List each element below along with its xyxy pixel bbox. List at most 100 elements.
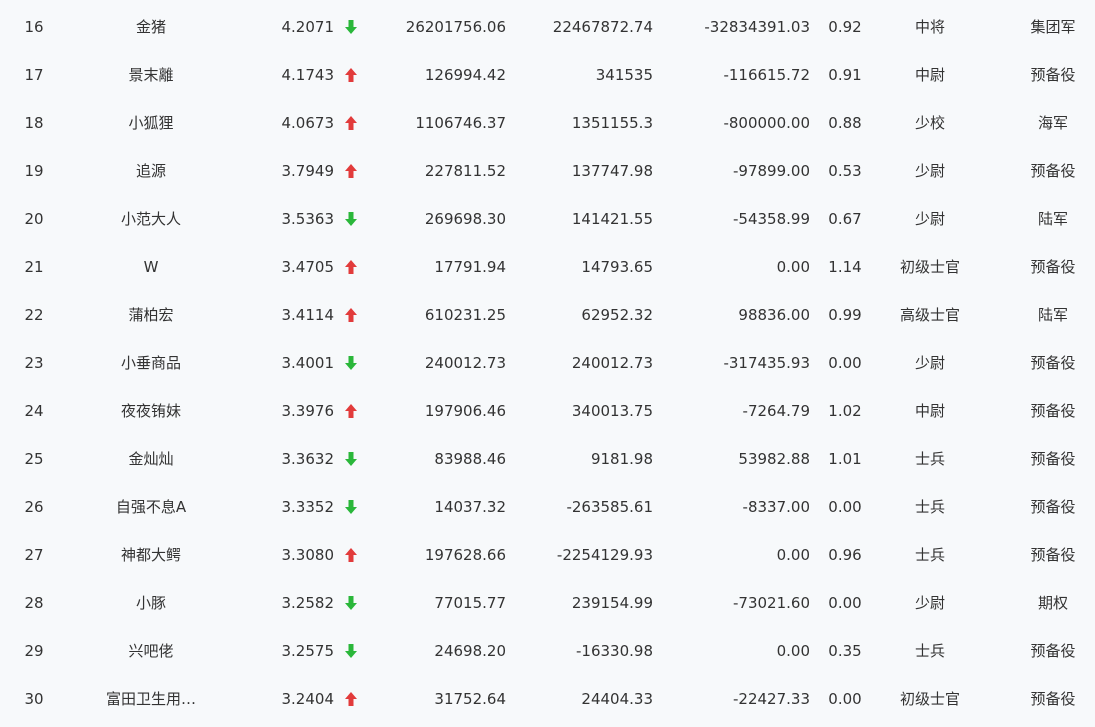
value-3: -317435.93: [723, 354, 810, 372]
rank-title: 少尉: [914, 594, 945, 612]
user-name[interactable]: W: [95, 243, 207, 291]
army-label: 预备役: [1030, 546, 1076, 564]
score-value: 3.4001: [281, 354, 335, 372]
arrow-up-icon: [343, 243, 359, 291]
ratio-value: 0.35: [828, 642, 862, 660]
table-row[interactable]: 26 自强不息A 3.3352 14037.32 -263585.61 -8337.00 0…: [0, 483, 1095, 531]
user-name[interactable]: 金猪: [95, 3, 207, 51]
value-1: 240012.73: [424, 354, 506, 372]
army-label: 预备役: [1030, 402, 1076, 420]
ratio-value: 0.00: [828, 498, 862, 516]
user-name[interactable]: 景末離: [95, 51, 207, 99]
ratio-value: 0.00: [828, 354, 862, 372]
ratio-value: 0.67: [828, 210, 862, 228]
rank-title: 高级士官: [899, 306, 960, 324]
ratio-value: 0.96: [828, 546, 862, 564]
table-row[interactable]: 30 富田卫生用… 3.2404 31752.64 24404.33 -22427.33 0…: [0, 675, 1095, 723]
user-name[interactable]: 自强不息A: [95, 483, 207, 531]
value-1: 24698.20: [434, 642, 506, 660]
score-value: 3.4114: [281, 306, 335, 324]
value-3: -800000.00: [723, 114, 810, 132]
score-value: 3.2582: [281, 594, 335, 612]
rank-title: 少校: [914, 114, 945, 132]
user-name[interactable]: 金灿灿: [95, 435, 207, 483]
ratio-value: 0.92: [828, 18, 862, 36]
value-2: -2254129.93: [556, 546, 653, 564]
user-name[interactable]: 小垂商品: [95, 339, 207, 387]
table-row[interactable]: 17 景末離 4.1743 126994.42 341535 -116615.72 0.91…: [0, 51, 1095, 99]
rank-cell: 17: [24, 66, 44, 84]
table-row[interactable]: 25 金灿灿 3.3632 83988.46 9181.98 53982.88 1.01 士兵…: [0, 435, 1095, 483]
table-row[interactable]: 16 金猪 4.2071 26201756.06 22467872.74 -3283439…: [0, 3, 1095, 51]
user-name[interactable]: 神都大鳄: [95, 531, 207, 579]
table-row[interactable]: 19 追源 3.7949 227811.52 137747.98 -97899.00 0.5…: [0, 147, 1095, 195]
table-row[interactable]: 28 小豚 3.2582 77015.77 239154.99 -73021.60 0.00…: [0, 579, 1095, 627]
user-name[interactable]: 追源: [95, 147, 207, 195]
value-1: 269698.30: [424, 210, 506, 228]
table-row[interactable]: 20 小范大人 3.5363 269698.30 141421.55 -54358.99 0…: [0, 195, 1095, 243]
rank-cell: 18: [24, 114, 44, 132]
army-label: 预备役: [1030, 258, 1076, 276]
value-3: 0.00: [776, 642, 810, 660]
value-3: 53982.88: [738, 450, 810, 468]
value-1: 126994.42: [424, 66, 506, 84]
table-row[interactable]: 27 神都大鳄 3.3080 197628.66 -2254129.93 0.00 0.96…: [0, 531, 1095, 579]
score-value: 3.2404: [281, 690, 335, 708]
table-row[interactable]: 23 小垂商品 3.4001 240012.73 240012.73 -317435.93…: [0, 339, 1095, 387]
rank-cell: 24: [24, 402, 44, 420]
value-3: -8337.00: [742, 498, 810, 516]
value-3: -32834391.03: [704, 18, 810, 36]
ratio-value: 1.01: [828, 450, 862, 468]
user-name[interactable]: 夜夜铕妹: [95, 387, 207, 435]
user-name[interactable]: 兴吧佬: [95, 627, 207, 675]
table-row[interactable]: 18 小狐狸 4.0673 1106746.37 1351155.3 -800000.00…: [0, 99, 1095, 147]
table-row[interactable]: 24 夜夜铕妹 3.3976 197906.46 340013.75 -7264.79 1.…: [0, 387, 1095, 435]
user-name[interactable]: 富田卫生用…: [95, 675, 207, 723]
score-value: 3.3632: [281, 450, 335, 468]
army-label: 陆军: [1037, 306, 1068, 324]
rank-title: 少尉: [914, 354, 945, 372]
value-1: 197906.46: [424, 402, 506, 420]
army-label: 预备役: [1030, 642, 1076, 660]
rank-title: 少尉: [914, 210, 945, 228]
score-value: 3.7949: [281, 162, 335, 180]
value-1: 31752.64: [434, 690, 506, 708]
army-label: 预备役: [1030, 66, 1076, 84]
user-name[interactable]: 小豚: [95, 579, 207, 627]
arrow-up-icon: [343, 51, 359, 99]
ratio-value: 0.99: [828, 306, 862, 324]
score-value: 4.1743: [281, 66, 335, 84]
value-1: 14037.32: [434, 498, 506, 516]
value-2: 340013.75: [571, 402, 653, 420]
rank-cell: 27: [24, 546, 44, 564]
rank-cell: 25: [24, 450, 44, 468]
arrow-down-icon: [343, 435, 359, 483]
rank-cell: 30: [24, 690, 44, 708]
army-label: 预备役: [1030, 498, 1076, 516]
rank-title: 中尉: [914, 402, 945, 420]
user-name[interactable]: 小狐狸: [95, 99, 207, 147]
value-2: -263585.61: [566, 498, 653, 516]
rank-cell: 16: [24, 18, 44, 36]
army-label: 集团军: [1030, 18, 1076, 36]
rank-title: 初级士官: [899, 258, 960, 276]
value-1: 197628.66: [424, 546, 506, 564]
score-value: 3.3080: [281, 546, 335, 564]
army-label: 预备役: [1030, 354, 1076, 372]
value-2: 24404.33: [581, 690, 653, 708]
table-row[interactable]: 21 W 3.4705 17791.94 14793.65 0.00 1.14 初级士官 预备役: [0, 243, 1095, 291]
value-3: 0.00: [776, 258, 810, 276]
table-row[interactable]: 29 兴吧佬 3.2575 24698.20 -16330.98 0.00 0.35 士兵 预备…: [0, 627, 1095, 675]
rank-cell: 22: [24, 306, 44, 324]
rank-cell: 23: [24, 354, 44, 372]
value-2: 137747.98: [571, 162, 653, 180]
score-value: 3.4705: [281, 258, 335, 276]
score-value: 3.3976: [281, 402, 335, 420]
rank-title: 中尉: [914, 66, 945, 84]
table-row[interactable]: 22 蒲柏宏 3.4114 610231.25 62952.32 98836.00 0.99…: [0, 291, 1095, 339]
user-name[interactable]: 小范大人: [95, 195, 207, 243]
rank-cell: 26: [24, 498, 44, 516]
army-label: 陆军: [1037, 210, 1068, 228]
rank-title: 士兵: [914, 450, 945, 468]
user-name[interactable]: 蒲柏宏: [95, 291, 207, 339]
